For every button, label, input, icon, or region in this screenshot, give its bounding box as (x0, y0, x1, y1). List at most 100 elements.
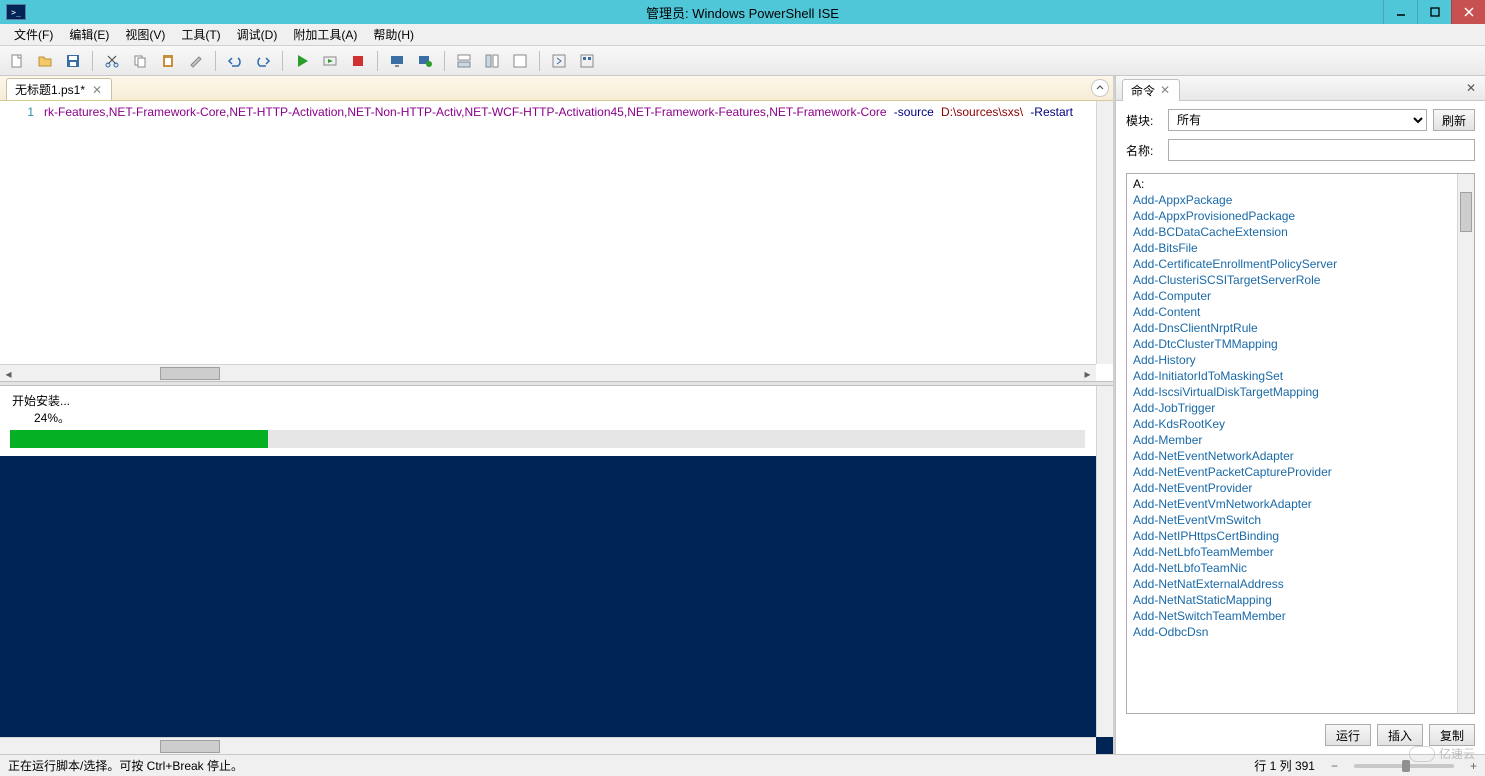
command-list-item[interactable]: Add-ClusteriSCSITargetServerRole (1133, 272, 1451, 288)
command-list-item[interactable]: Add-NetEventNetworkAdapter (1133, 448, 1451, 464)
command-list-item[interactable]: Add-NetSwitchTeamMember (1133, 608, 1451, 624)
command-list-item[interactable]: Add-NetIPHttpsCertBinding (1133, 528, 1451, 544)
maximize-button[interactable] (1417, 0, 1451, 24)
close-commands-pane-button[interactable]: ✕ (1463, 80, 1479, 96)
remote-file-button[interactable] (412, 49, 438, 73)
command-list-item[interactable]: Add-History (1133, 352, 1451, 368)
menu-file[interactable]: 文件(F) (6, 24, 61, 45)
menu-view[interactable]: 视图(V) (117, 24, 173, 45)
editor-tab[interactable]: 无标题1.ps1* ✕ (6, 78, 112, 100)
command-list-item[interactable]: Add-BitsFile (1133, 240, 1451, 256)
progress-label: 开始安装... (12, 392, 1103, 409)
run-selection-button[interactable] (317, 49, 343, 73)
zoom-in-icon[interactable]: + (1470, 759, 1477, 773)
open-button[interactable] (32, 49, 58, 73)
command-list-item[interactable]: Add-JobTrigger (1133, 400, 1451, 416)
scroll-left-icon[interactable]: ◂ (0, 365, 17, 381)
scroll-right-icon[interactable]: ▸ (1079, 365, 1096, 381)
command-list-item[interactable]: Add-OdbcDsn (1133, 624, 1451, 640)
command-list-item[interactable]: Add-NetNatStaticMapping (1133, 592, 1451, 608)
commands-filters: 模块: 所有 刷新 名称: (1116, 101, 1485, 173)
paste-button[interactable] (155, 49, 181, 73)
scroll-thumb[interactable] (160, 740, 220, 753)
command-list-item[interactable]: Add-BCDataCacheExtension (1133, 224, 1451, 240)
statusbar: 正在运行脚本/选择。可按 Ctrl+Break 停止。 行 1 列 391 − … (0, 754, 1485, 776)
command-list-item[interactable]: Add-NetEventPacketCaptureProvider (1133, 464, 1451, 480)
menu-addons[interactable]: 附加工具(A) (285, 24, 365, 45)
clear-button[interactable] (183, 49, 209, 73)
copy-command-button[interactable]: 复制 (1429, 724, 1475, 746)
command-list-item[interactable]: Add-DnsClientNrptRule (1133, 320, 1451, 336)
commands-list-container: A:Add-AppxPackageAdd-AppxProvisionedPack… (1126, 173, 1475, 714)
menu-tools[interactable]: 工具(T) (173, 24, 228, 45)
zoom-out-icon[interactable]: − (1331, 759, 1338, 773)
copy-button[interactable] (127, 49, 153, 73)
editor-vertical-scrollbar[interactable] (1096, 101, 1113, 364)
remote-button[interactable] (384, 49, 410, 73)
name-label: 名称: (1126, 142, 1162, 159)
menu-debug[interactable]: 调试(D) (229, 24, 286, 45)
command-list-item[interactable]: Add-NetEventProvider (1133, 480, 1451, 496)
layout-script-top-button[interactable] (451, 49, 477, 73)
menu-edit[interactable]: 编辑(E) (61, 24, 117, 45)
tab-close-icon[interactable]: ✕ (91, 84, 103, 96)
scroll-thumb[interactable] (1460, 192, 1472, 232)
console-vertical-scrollbar[interactable] (1096, 456, 1113, 737)
console-pane[interactable] (0, 456, 1113, 754)
module-select[interactable]: 所有 (1168, 109, 1427, 131)
layout-script-max-button[interactable] (507, 49, 533, 73)
command-list-item[interactable]: Add-Member (1133, 432, 1451, 448)
command-list-item[interactable]: Add-NetLbfoTeamNic (1133, 560, 1451, 576)
command-list-item[interactable]: Add-NetLbfoTeamMember (1133, 544, 1451, 560)
command-list-item[interactable]: Add-AppxProvisionedPackage (1133, 208, 1451, 224)
cut-button[interactable] (99, 49, 125, 73)
command-list-item[interactable]: Add-DtcClusterTMMapping (1133, 336, 1451, 352)
command-list-item[interactable]: Add-InitiatorIdToMaskingSet (1133, 368, 1451, 384)
command-list-item[interactable]: Add-Computer (1133, 288, 1451, 304)
zoom-slider[interactable] (1354, 764, 1454, 768)
editor-tabstrip: 无标题1.ps1* ✕ (0, 76, 1113, 101)
stop-button[interactable] (345, 49, 371, 73)
undo-button[interactable] (222, 49, 248, 73)
command-list-item[interactable]: Add-IscsiVirtualDiskTargetMapping (1133, 384, 1451, 400)
layout-script-right-button[interactable] (479, 49, 505, 73)
collapse-script-pane-button[interactable] (1091, 79, 1109, 97)
cursor-position: 行 1 列 391 (1254, 757, 1315, 774)
app-icon (6, 4, 26, 20)
scroll-thumb[interactable] (160, 367, 220, 380)
zoom-slider-knob[interactable] (1402, 760, 1410, 772)
run-button[interactable] (289, 49, 315, 73)
progress-panel: 开始安装... 24%。 (0, 386, 1113, 456)
refresh-button[interactable]: 刷新 (1433, 109, 1475, 131)
editor-horizontal-scrollbar[interactable]: ◂ ▸ (0, 364, 1096, 381)
show-command-button[interactable] (574, 49, 600, 73)
minimize-button[interactable] (1383, 0, 1417, 24)
toolbar-separator (539, 51, 540, 71)
command-list-item[interactable]: Add-NetEventVmNetworkAdapter (1133, 496, 1451, 512)
command-list-item[interactable]: Add-CertificateEnrollmentPolicyServer (1133, 256, 1451, 272)
command-list-item[interactable]: Add-Content (1133, 304, 1451, 320)
menu-help[interactable]: 帮助(H) (365, 24, 422, 45)
commands-list[interactable]: A:Add-AppxPackageAdd-AppxProvisionedPack… (1127, 174, 1457, 713)
name-filter-input[interactable] (1168, 139, 1475, 161)
command-list-item[interactable]: Add-KdsRootKey (1133, 416, 1451, 432)
commands-tab[interactable]: 命令 ✕ (1122, 79, 1180, 101)
commands-list-scrollbar[interactable] (1457, 174, 1474, 713)
run-command-button[interactable]: 运行 (1325, 724, 1371, 746)
save-button[interactable] (60, 49, 86, 73)
progress-scrollbar[interactable] (1096, 386, 1113, 456)
window-title: 管理员: Windows PowerShell ISE (646, 3, 839, 22)
command-list-item[interactable]: Add-NetNatExternalAddress (1133, 576, 1451, 592)
insert-command-button[interactable]: 插入 (1377, 724, 1423, 746)
command-list-item[interactable]: Add-AppxPackage (1133, 192, 1451, 208)
script-editor[interactable]: 1 rk-Features,NET-Framework-Core,NET-HTT… (0, 101, 1113, 381)
toolbar-separator (377, 51, 378, 71)
console-horizontal-scrollbar[interactable] (0, 737, 1096, 754)
command-list-item[interactable]: Add-NetEventVmSwitch (1133, 512, 1451, 528)
tab-title: 无标题1.ps1* (15, 81, 85, 98)
redo-button[interactable] (250, 49, 276, 73)
show-command-addon-button[interactable] (546, 49, 572, 73)
new-button[interactable] (4, 49, 30, 73)
commands-tab-close-icon[interactable]: ✕ (1159, 84, 1171, 96)
close-button[interactable] (1451, 0, 1485, 24)
